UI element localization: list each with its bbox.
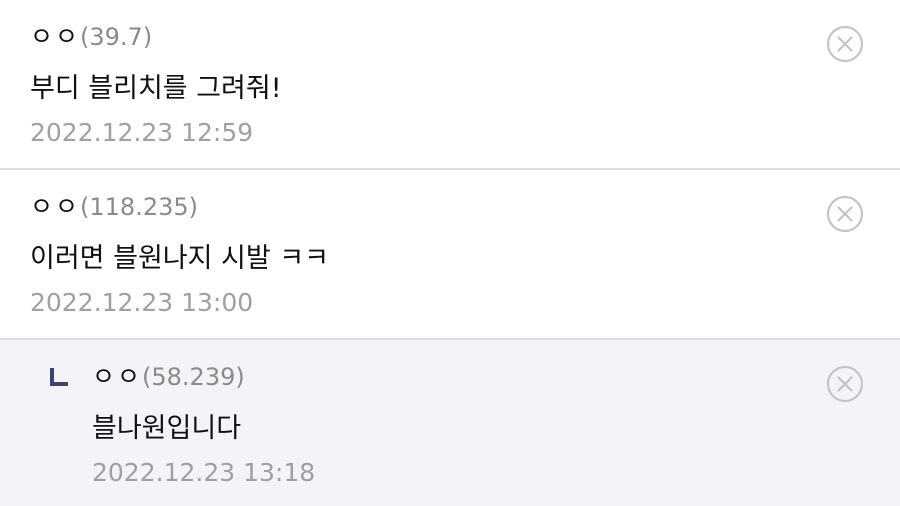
comment-author: ㅇㅇ(39.7) [30,22,152,52]
reply-item: ㅇㅇ(58.239) 블나원입니다 2022.12.23 13:18 [0,340,900,506]
author-ip: (58.239) [142,363,245,391]
delete-comment-icon[interactable] [826,25,864,63]
reply-author: ㅇㅇ(58.239) [92,362,245,392]
comment-item: ㅇㅇ(39.7) 부디 블리치를 그려줘! 2022.12.23 12:59 [0,0,900,170]
comment-author: ㅇㅇ(118.235) [30,192,198,222]
comment-item: ㅇㅇ(118.235) 이러면 블원나지 시발 ㅋㅋ 2022.12.23 13… [0,170,900,340]
comment-list: ㅇㅇ(39.7) 부디 블리치를 그려줘! 2022.12.23 12:59 ㅇ… [0,0,900,506]
author-ip: (118.235) [80,193,198,221]
delete-reply-icon[interactable] [826,365,864,403]
reply-arrow-icon [50,368,68,386]
reply-text: 블나원입니다 [92,413,242,444]
comment-timestamp: 2022.12.23 12:59 [30,118,254,147]
author-nickname[interactable]: ㅇㅇ [92,362,142,391]
author-nickname[interactable]: ㅇㅇ [30,22,80,51]
reply-timestamp: 2022.12.23 13:18 [92,458,316,487]
author-nickname[interactable]: ㅇㅇ [30,192,80,221]
delete-comment-icon[interactable] [826,195,864,233]
comment-text: 부디 블리치를 그려줘! [30,73,282,104]
comment-text: 이러면 블원나지 시발 ㅋㅋ [30,243,329,274]
author-ip: (39.7) [80,23,153,51]
comment-timestamp: 2022.12.23 13:00 [30,288,254,317]
